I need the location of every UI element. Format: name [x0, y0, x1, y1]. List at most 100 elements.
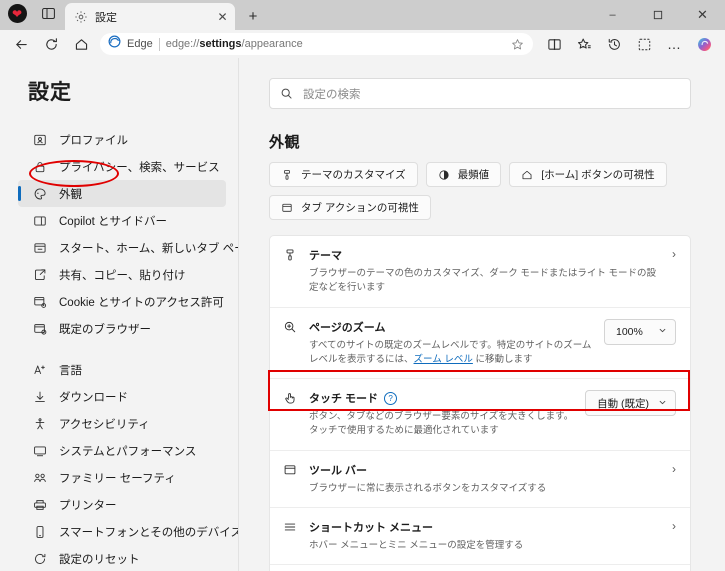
- tab-title: 設定: [95, 11, 117, 24]
- settings-page: 設定 プロファイル プライバシー、検索、サービス 外観 Copilot とサイド…: [0, 58, 725, 571]
- omnibox-divider: [158, 37, 160, 51]
- refresh-icon[interactable]: [36, 31, 66, 57]
- home-icon[interactable]: [66, 31, 96, 57]
- copilot-icon[interactable]: [689, 31, 719, 57]
- sidebar-item-default-browser[interactable]: 既定のブラウザー: [18, 315, 226, 342]
- sidebar-item-accessibility[interactable]: アクセシビリティ: [18, 410, 226, 437]
- row-title-text: テーマ: [309, 250, 342, 262]
- edge-logo-icon: [108, 35, 121, 53]
- select-value: 自動 (既定): [597, 397, 649, 410]
- settings-main-content: 設定の検索 外観 テーマのカスタマイズ 最頻値 [ホーム] ボタンの可視性 タブ…: [239, 58, 725, 571]
- close-window-button[interactable]: ✕: [680, 0, 725, 30]
- address-bar[interactable]: Edge edge://settings/appearance: [100, 33, 533, 55]
- settings-sidebar: 設定 プロファイル プライバシー、検索、サービス 外観 Copilot とサイド…: [0, 58, 238, 571]
- settings-row-toolbar[interactable]: ツール バー ブラウザーに常に表示されるボタンをカスタマイズする ›: [270, 451, 690, 508]
- sidebar-item-label: 外観: [59, 188, 82, 201]
- sidebar-item-share[interactable]: 共有、コピー、貼り付け: [18, 261, 226, 288]
- close-icon[interactable]: ✕: [214, 8, 231, 25]
- sidebar-item-family[interactable]: ファミリー セーフティ: [18, 464, 226, 491]
- settings-row-shortcut-menu[interactable]: ショートカット メニュー ホバー メニューとミニ メニューの設定を管理する ›: [270, 508, 690, 565]
- row-title-text: ツール バー: [309, 464, 368, 477]
- sidebar-item-cookies[interactable]: Cookie とサイトのアクセス許可: [18, 288, 226, 315]
- split-screen-icon[interactable]: [539, 31, 569, 57]
- sidebar-item-reset[interactable]: 設定のリセット: [18, 545, 226, 571]
- tab-list-icon[interactable]: [34, 0, 62, 30]
- url-prefix: edge://: [165, 38, 200, 50]
- search-input[interactable]: 設定の検索: [269, 78, 691, 109]
- section-heading: 外観: [269, 134, 301, 151]
- menu-icon: [283, 519, 309, 553]
- sidebar-item-phones[interactable]: スマートフォンとその他のデバイス: [18, 518, 238, 545]
- sidebar-item-copilot[interactable]: Copilot とサイドバー: [18, 207, 226, 234]
- help-icon[interactable]: ?: [384, 391, 398, 405]
- gear-icon: [74, 10, 88, 24]
- chip-tab-actions[interactable]: タブ アクションの可視性: [269, 195, 431, 220]
- sidebar-nav: プロファイル プライバシー、検索、サービス 外観 Copilot とサイドバー …: [0, 126, 238, 571]
- sidebar-item-privacy[interactable]: プライバシー、検索、サービス: [18, 153, 226, 180]
- sidebar-item-appearance[interactable]: 外観: [18, 180, 226, 207]
- favorite-star-icon[interactable]: [507, 34, 527, 54]
- download-icon: [32, 389, 48, 405]
- row-description: ホバー メニューとミニ メニューの設定を管理する: [309, 539, 524, 551]
- page-zoom-select[interactable]: 100%: [604, 318, 676, 345]
- contrast-icon: [438, 169, 450, 181]
- more-settings-icon[interactable]: …: [659, 31, 689, 57]
- toolbar-icon: [283, 462, 309, 496]
- chevron-right-icon[interactable]: ›: [672, 462, 676, 475]
- back-icon[interactable]: [6, 31, 36, 57]
- browser-toolbar: Edge edge://settings/appearance …: [0, 30, 725, 58]
- maximize-button[interactable]: [635, 0, 680, 30]
- row-action[interactable]: 自動 (既定): [575, 390, 676, 439]
- row-action[interactable]: ›: [662, 519, 676, 553]
- zoom-icon: [283, 319, 309, 368]
- row-action[interactable]: ›: [662, 462, 676, 496]
- settings-row-theme[interactable]: テーマ ブラウザーのテーマの色のカスタマイズ、ダーク モードまたはライト モード…: [270, 236, 690, 308]
- zoom-level-link[interactable]: ズーム レベル: [414, 354, 473, 365]
- touch-icon: [283, 390, 309, 439]
- family-icon: [32, 470, 48, 486]
- history-icon[interactable]: [599, 31, 629, 57]
- touch-mode-select[interactable]: 自動 (既定): [585, 390, 676, 416]
- sidebar-item-languages[interactable]: 言語: [18, 356, 226, 383]
- url-suffix: /appearance: [241, 38, 303, 50]
- sidebar-item-printers[interactable]: プリンター: [18, 491, 226, 518]
- chip-customize-theme[interactable]: テーマのカスタマイズ: [269, 162, 418, 187]
- chip-mode[interactable]: 最頻値: [425, 162, 502, 187]
- browser-tab[interactable]: 設定 ✕: [65, 3, 235, 30]
- sidebar-item-label: スタート、ホーム、新しいタブ ページ: [59, 242, 238, 255]
- row-title-text: ショートカット メニュー: [309, 521, 434, 534]
- collections-icon[interactable]: [629, 31, 659, 57]
- monitor-icon: [32, 443, 48, 459]
- sidebar-item-system[interactable]: システムとパフォーマンス: [18, 437, 226, 464]
- url-bold: settings: [199, 38, 242, 50]
- language-icon: [32, 362, 48, 378]
- browser-window: ❤ 設定 ✕ + – ✕ Edge edge://settings/appear…: [0, 0, 725, 571]
- sidebar-item-label: プライバシー、検索、サービス: [59, 161, 220, 174]
- tab-icon: [281, 202, 293, 214]
- chevron-right-icon[interactable]: ›: [672, 247, 676, 260]
- sidebar-item-label: プロファイル: [59, 134, 128, 147]
- row-action[interactable]: ›: [662, 247, 676, 296]
- row-title-text: タッチ モード: [309, 393, 379, 405]
- chevron-right-icon[interactable]: ›: [672, 519, 676, 532]
- favorites-icon[interactable]: [569, 31, 599, 57]
- minimize-button[interactable]: –: [590, 0, 635, 30]
- sidebar-item-label: ファミリー セーフティ: [59, 472, 176, 485]
- row-action[interactable]: 100%: [594, 318, 676, 368]
- sidebar-item-profile[interactable]: プロファイル: [18, 126, 226, 153]
- desc-post: に移動します: [472, 353, 533, 365]
- settings-row-touch-mode[interactable]: タッチ モード ? ボタン、タブなどのブラウザー要素のサイズを大きくします。タッ…: [270, 379, 690, 451]
- chip-home-button[interactable]: [ホーム] ボタンの可視性: [509, 162, 667, 187]
- sidebar-item-label: 言語: [59, 364, 82, 377]
- title-bar: ❤ 設定 ✕ + – ✕: [0, 0, 725, 30]
- heart-icon[interactable]: ❤: [0, 0, 34, 30]
- settings-row-browser-behavior[interactable]: ブラウザーのビヘイビアーと機能 複数のタブ、マウス ジェスチャ、スプリット画面を…: [270, 565, 690, 571]
- lock-icon: [32, 159, 48, 175]
- sidebar-item-downloads[interactable]: ダウンロード: [18, 383, 226, 410]
- settings-row-page-zoom[interactable]: ページのズーム すべてのサイトの既定のズームレベルです。特定のサイトのズームレベ…: [270, 308, 690, 379]
- window-controls: – ✕: [590, 0, 725, 30]
- cookie-icon: [32, 294, 48, 310]
- row-description: ブラウザーに常に表示されるボタンをカスタマイズする: [309, 482, 547, 494]
- sidebar-item-start-home[interactable]: スタート、ホーム、新しいタブ ページ: [18, 234, 238, 261]
- new-tab-button[interactable]: +: [240, 3, 266, 29]
